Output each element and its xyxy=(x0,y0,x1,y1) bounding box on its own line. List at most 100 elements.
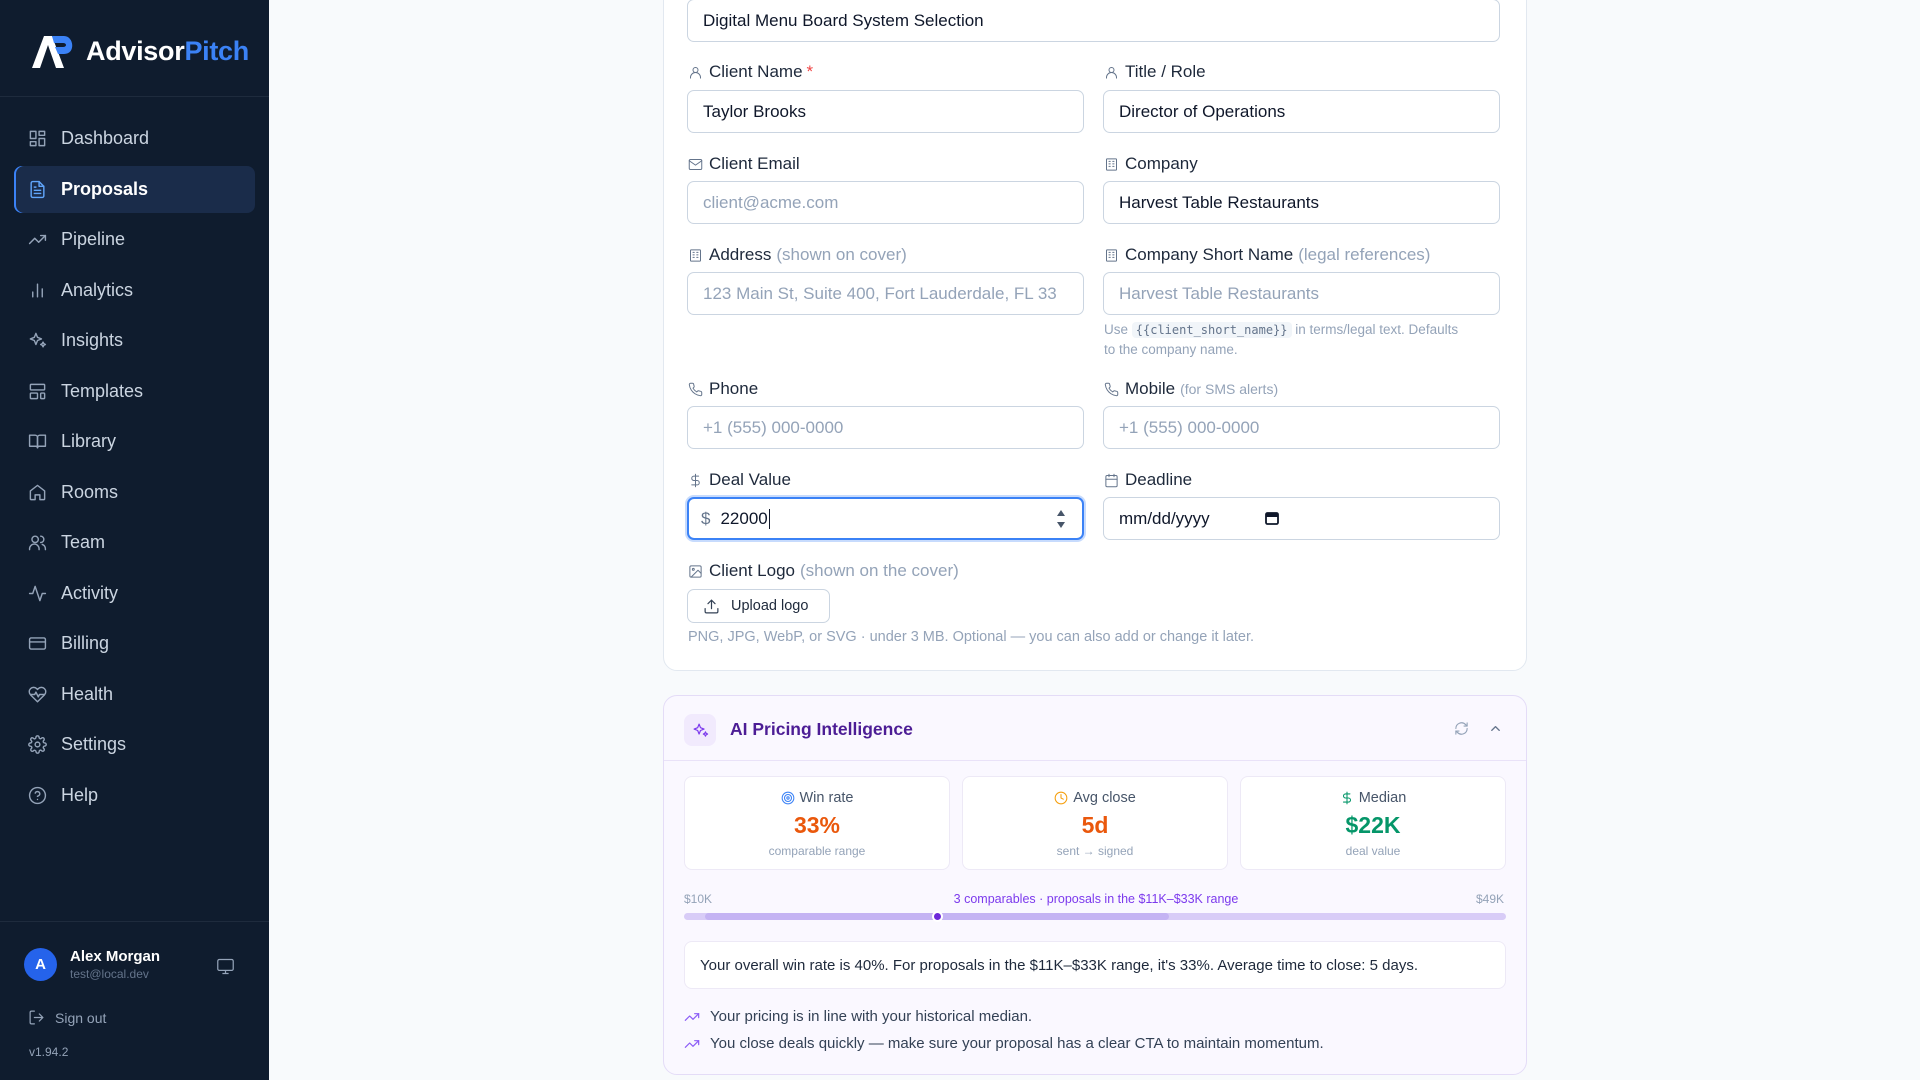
sidebar-item-label: Dashboard xyxy=(61,128,150,148)
user-profile[interactable]: A Alex Morgan test@local.dev xyxy=(24,948,160,981)
sidebar: AdvisorPitch Dashboard Proposals Pipelin… xyxy=(0,0,269,1080)
chevron-up-icon[interactable] xyxy=(1488,721,1503,736)
proposal-title-input[interactable]: Digital Menu Board System Selection xyxy=(687,0,1500,42)
deal-value-input[interactable]: $ 22000 xyxy=(687,497,1084,540)
company-short-name-label: Company Short Name (legal references) xyxy=(1104,245,1430,265)
deadline-input[interactable]: mm/dd/yyyy xyxy=(1103,497,1500,540)
sidebar-item-label: Activity xyxy=(61,582,119,603)
insight-item: You close deals quickly — make sure your… xyxy=(684,1035,1324,1052)
divider xyxy=(664,760,1526,761)
sidebar-item-insights[interactable]: Insights xyxy=(14,317,255,364)
template-variable: {{client_short_name}} xyxy=(1131,322,1292,338)
phone-label: Phone xyxy=(688,379,758,399)
client-logo-helper: PNG, JPG, WebP, or SVG · under 3 MB. Opt… xyxy=(688,629,1255,645)
upload-icon xyxy=(704,599,719,613)
sidebar-item-team[interactable]: Team xyxy=(14,519,255,566)
price-range-track xyxy=(684,911,1506,922)
company-short-name-input[interactable]: Harvest Table Restaurants xyxy=(1103,272,1500,315)
deal-value-text: 22000 xyxy=(720,508,768,528)
mobile-input[interactable]: +1 (555) 000-0000 xyxy=(1103,406,1500,449)
client-logo-label: Client Logo (shown on the cover) xyxy=(688,561,959,581)
company-input[interactable]: Harvest Table Restaurants xyxy=(1103,181,1500,224)
avatar: A xyxy=(24,948,57,981)
log-out-icon xyxy=(29,1010,44,1025)
sidebar-item-label: Help xyxy=(61,784,99,805)
advisorpitch-logo-icon xyxy=(32,36,73,68)
sidebar-item-activity[interactable]: Activity xyxy=(14,570,255,617)
mobile-hint: (for SMS alerts) xyxy=(1180,381,1279,397)
document-icon xyxy=(30,180,45,198)
sidebar-item-library[interactable]: Library xyxy=(14,418,255,465)
trending-up-icon xyxy=(684,1039,700,1048)
calendar-icon xyxy=(1105,473,1118,487)
stat-label: Avg close xyxy=(1073,790,1136,806)
sidebar-item-label: Library xyxy=(61,431,117,451)
client-name-label: Client Name * xyxy=(688,62,813,82)
sidebar-item-dashboard[interactable]: Dashboard xyxy=(14,115,255,162)
book-icon xyxy=(28,434,47,449)
sidebar-item-label: Rooms xyxy=(61,481,119,502)
sign-out-button[interactable]: Sign out xyxy=(28,1009,106,1026)
address-hint: (shown on cover) xyxy=(776,245,907,264)
templates-icon xyxy=(29,383,46,399)
ai-icon-box xyxy=(684,714,716,746)
company-label: Company xyxy=(1104,154,1198,174)
gear-icon xyxy=(28,735,47,754)
sidebar-item-templates[interactable]: Templates xyxy=(14,368,255,415)
users-icon xyxy=(28,535,47,551)
sidebar-item-label: Team xyxy=(61,532,106,552)
sidebar-item-label: Settings xyxy=(61,734,127,754)
refresh-icon[interactable] xyxy=(1454,721,1469,736)
sidebar-item-rooms[interactable]: Rooms xyxy=(14,469,255,516)
brand-name: AdvisorPitch xyxy=(86,35,249,66)
stat-sub: sent → signed xyxy=(1056,844,1134,858)
monitor-icon[interactable] xyxy=(216,958,235,975)
insight-item: Your pricing is in line with your histor… xyxy=(684,1008,1032,1025)
sidebar-item-pipeline[interactable]: Pipeline xyxy=(14,216,255,263)
company-short-name-helper: Use {{client_short_name}} in terms/legal… xyxy=(1104,322,1459,357)
title-role-label: Title / Role xyxy=(1104,62,1206,82)
sidebar-item-health[interactable]: Health xyxy=(14,671,255,718)
title-role-input[interactable]: Director of Operations xyxy=(1103,90,1500,133)
trending-up-icon xyxy=(684,1012,700,1021)
sidebar-item-help[interactable]: Help xyxy=(14,772,255,819)
building-icon xyxy=(1106,248,1117,262)
sidebar-nav: Dashboard Proposals Pipeline Analytics I… xyxy=(14,115,255,822)
bar-chart-icon xyxy=(32,282,43,298)
dollar-icon xyxy=(691,473,700,487)
help-icon xyxy=(28,786,47,804)
address-input[interactable]: 123 Main St, Suite 400, Fort Lauderdale,… xyxy=(687,272,1084,315)
sidebar-item-label: Insights xyxy=(61,330,124,350)
sidebar-item-settings[interactable]: Settings xyxy=(14,721,255,768)
sidebar-item-billing[interactable]: Billing xyxy=(14,620,255,667)
sidebar-item-analytics[interactable]: Analytics xyxy=(14,267,255,314)
brand-logo[interactable]: AdvisorPitch xyxy=(30,32,249,70)
trending-icon xyxy=(28,234,47,245)
deal-value-marker xyxy=(931,911,943,922)
user-icon xyxy=(1106,66,1117,79)
building-icon xyxy=(1106,157,1117,171)
pricing-summary: Your overall win rate is 40%. For propos… xyxy=(684,941,1506,989)
client-logo-hint: (shown on the cover) xyxy=(800,561,959,580)
phone-icon xyxy=(1104,382,1119,396)
upload-logo-button[interactable]: Upload logo xyxy=(687,589,830,623)
stat-sub: deal value xyxy=(1345,844,1401,858)
text-caret xyxy=(768,508,770,529)
app-version: v1.94.2 xyxy=(29,1045,69,1059)
dashboard-icon xyxy=(29,130,46,147)
ai-pricing-panel: AI Pricing Intelligence Win rate 33% com… xyxy=(663,695,1527,1075)
company-short-name-hint: (legal references) xyxy=(1298,245,1431,264)
currency-symbol: $ xyxy=(701,508,711,528)
home-icon xyxy=(29,484,46,500)
client-email-input[interactable]: client@acme.com xyxy=(687,181,1084,224)
phone-input[interactable]: +1 (555) 000-0000 xyxy=(687,406,1084,449)
calendar-picker-icon[interactable] xyxy=(1264,510,1280,526)
number-stepper-icon[interactable] xyxy=(1056,508,1066,530)
sidebar-item-proposals[interactable]: Proposals xyxy=(14,165,255,213)
target-icon xyxy=(781,791,794,805)
user-email: test@local.dev xyxy=(70,967,149,981)
client-name-input[interactable]: Taylor Brooks xyxy=(687,90,1084,133)
credit-card-icon xyxy=(28,637,47,650)
ai-pricing-title: AI Pricing Intelligence xyxy=(730,719,913,739)
stat-value: $22K xyxy=(1345,812,1401,838)
